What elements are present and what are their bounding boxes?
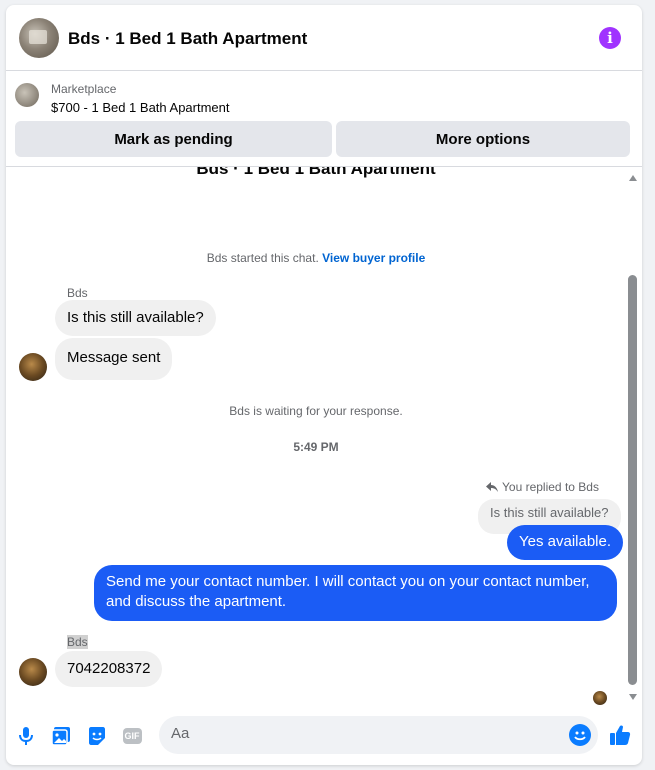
timestamp: 5:49 PM xyxy=(293,440,339,454)
gif-icon[interactable]: GIF xyxy=(121,725,143,747)
info-icon[interactable]: i xyxy=(599,27,621,49)
gif-icon-label: GIF xyxy=(122,728,142,744)
scroll-up-arrow-icon[interactable] xyxy=(629,175,637,181)
scrollbar[interactable] xyxy=(626,167,640,707)
sender-name: Bds xyxy=(67,286,88,300)
reply-label: You replied to Bds xyxy=(486,480,599,494)
contact-avatar[interactable] xyxy=(19,18,59,58)
scroll-down-arrow-icon[interactable] xyxy=(629,694,637,700)
reply-label-text: You replied to Bds xyxy=(502,480,599,494)
message-list: Bds · 1 Bed 1 Bath Apartment Bds started… xyxy=(6,167,642,707)
message-input-container[interactable] xyxy=(159,716,598,754)
marketplace-label: Marketplace xyxy=(51,82,117,96)
incoming-message[interactable]: Is this still available? xyxy=(55,300,216,336)
composer-bar: GIF xyxy=(6,707,642,765)
mark-pending-button[interactable]: Mark as pending xyxy=(15,121,332,157)
view-buyer-profile-link[interactable]: View buyer profile xyxy=(322,251,425,265)
incoming-message[interactable]: 7042208372 xyxy=(55,651,163,687)
outgoing-message[interactable]: Yes available. xyxy=(507,525,624,560)
emoji-icon[interactable] xyxy=(569,724,591,746)
seen-receipt-avatar xyxy=(593,691,607,705)
chat-window: Bds · 1 Bed 1 Bath Apartment i Marketpla… xyxy=(6,5,642,765)
conversation-heading: Bds · 1 Bed 1 Bath Apartment xyxy=(196,167,436,178)
more-options-button[interactable]: More options xyxy=(336,121,630,157)
chat-title[interactable]: Bds · 1 Bed 1 Bath Apartment xyxy=(68,29,307,49)
sender-name: Bds xyxy=(67,635,88,649)
chat-started-notice: Bds started this chat. View buyer profil… xyxy=(6,251,626,265)
reply-arrow-icon xyxy=(486,482,498,492)
outgoing-message[interactable]: Send me your contact number. I will cont… xyxy=(94,565,617,621)
listing-title[interactable]: $700 - 1 Bed 1 Bath Apartment xyxy=(51,100,230,115)
chat-started-text: Bds started this chat. xyxy=(206,251,319,265)
photo-icon[interactable] xyxy=(50,725,72,747)
waiting-notice: Bds is waiting for your response. xyxy=(229,404,403,418)
listing-thumbnail[interactable] xyxy=(15,83,39,107)
incoming-message[interactable]: Message sent xyxy=(55,338,173,380)
sticker-icon[interactable] xyxy=(86,725,108,747)
sender-avatar[interactable] xyxy=(19,353,47,381)
scrollbar-thumb[interactable] xyxy=(628,275,637,685)
message-input[interactable] xyxy=(171,725,551,742)
thumbs-up-icon[interactable] xyxy=(608,723,632,747)
microphone-icon[interactable] xyxy=(15,725,37,747)
chat-header: Bds · 1 Bed 1 Bath Apartment i xyxy=(6,5,642,71)
sender-avatar[interactable] xyxy=(19,658,47,686)
marketplace-panel: Marketplace $700 - 1 Bed 1 Bath Apartmen… xyxy=(6,71,642,167)
